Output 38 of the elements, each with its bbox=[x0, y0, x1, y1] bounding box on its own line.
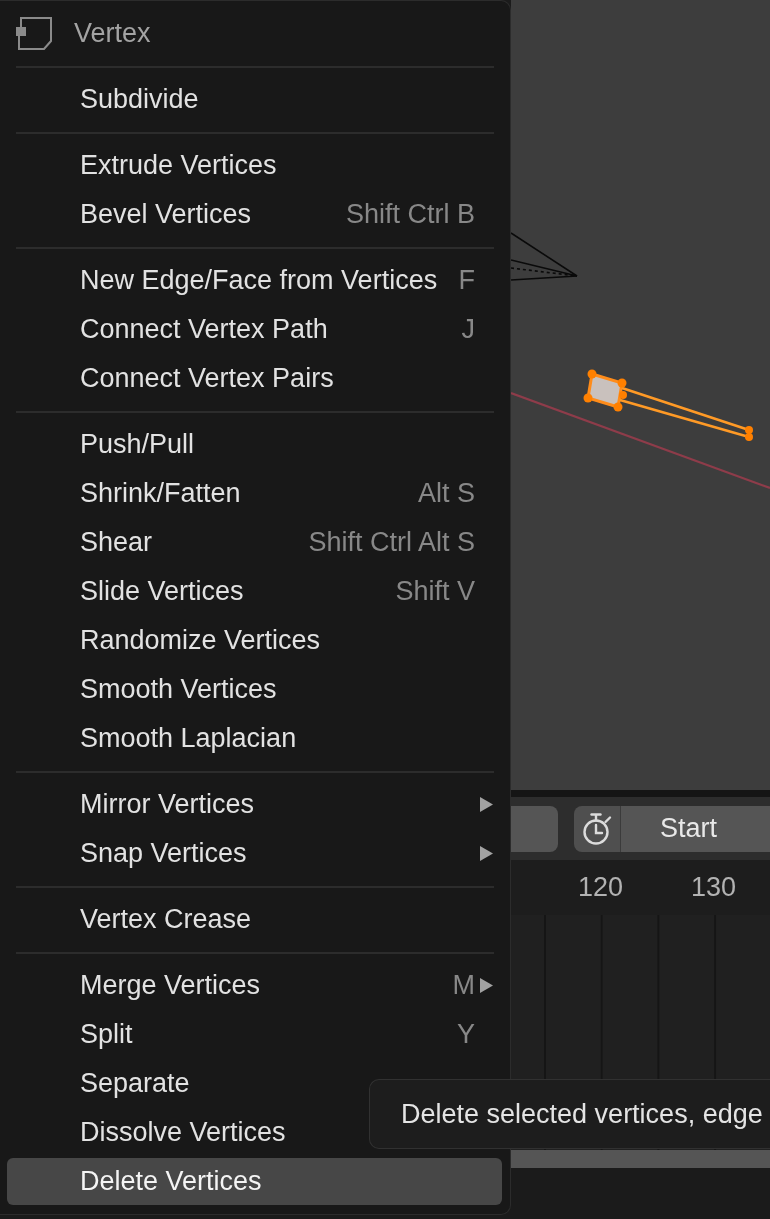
menu-item[interactable]: Extrude Vertices bbox=[7, 142, 502, 189]
stopwatch-icon bbox=[581, 811, 613, 846]
menu-item[interactable]: Shrink/Fatten Alt S bbox=[7, 470, 502, 517]
menu-item[interactable]: Randomize Vertices bbox=[7, 617, 502, 664]
shortcut-label: Shift Ctrl B bbox=[345, 199, 475, 230]
menu-item[interactable]: Connect Vertex Path J bbox=[7, 306, 502, 353]
menu-item[interactable]: Shear Shift Ctrl Alt S bbox=[7, 519, 502, 566]
shortcut-label: Shift V bbox=[395, 576, 475, 607]
stopwatch-button[interactable] bbox=[574, 805, 621, 852]
camera-wireframe-drawing bbox=[511, 232, 578, 281]
menu-item[interactable]: Push/Pull bbox=[7, 421, 502, 468]
start-field[interactable]: Start bbox=[621, 805, 770, 852]
menu-item[interactable]: Vertex Crease bbox=[7, 896, 502, 943]
shortcut-label: F bbox=[458, 265, 475, 296]
menu-item[interactable]: Mirror Vertices bbox=[7, 781, 502, 828]
shortcut-label: Shift Ctrl Alt S bbox=[308, 527, 475, 558]
menu-item[interactable]: Smooth Vertices bbox=[7, 666, 502, 713]
menu-item[interactable]: Bevel Vertices Shift Ctrl B bbox=[7, 191, 502, 238]
shortcut-label: Y bbox=[457, 1019, 475, 1050]
menu-item[interactable]: New Edge/Face from Vertices F bbox=[7, 257, 502, 304]
menu-item[interactable]: Snap Vertices bbox=[7, 830, 502, 877]
frame-number: 130 bbox=[689, 872, 738, 903]
menu-title: Vertex bbox=[74, 18, 151, 49]
menu-item[interactable]: Smooth Laplacian bbox=[7, 715, 502, 762]
shortcut-label: Alt S bbox=[417, 478, 475, 509]
menu-item[interactable]: Subdivide bbox=[7, 76, 502, 123]
tooltip: Delete selected vertices, edge bbox=[369, 1079, 770, 1149]
menu-item[interactable]: Delete Vertices bbox=[7, 1158, 502, 1205]
shortcut-label: M bbox=[452, 970, 475, 1001]
square-vertex-icon bbox=[15, 16, 53, 51]
menu-item[interactable]: Connect Vertex Pairs bbox=[7, 355, 502, 402]
menu-item[interactable]: Slide Vertices Shift V bbox=[7, 568, 502, 615]
shortcut-label: J bbox=[461, 314, 475, 345]
frame-number: 120 bbox=[576, 872, 625, 903]
menu-item[interactable]: Split Y bbox=[7, 1011, 502, 1058]
header-button[interactable] bbox=[511, 805, 558, 852]
menu-item[interactable]: Merge Vertices M bbox=[7, 962, 502, 1009]
scrollbar[interactable] bbox=[511, 1150, 770, 1168]
